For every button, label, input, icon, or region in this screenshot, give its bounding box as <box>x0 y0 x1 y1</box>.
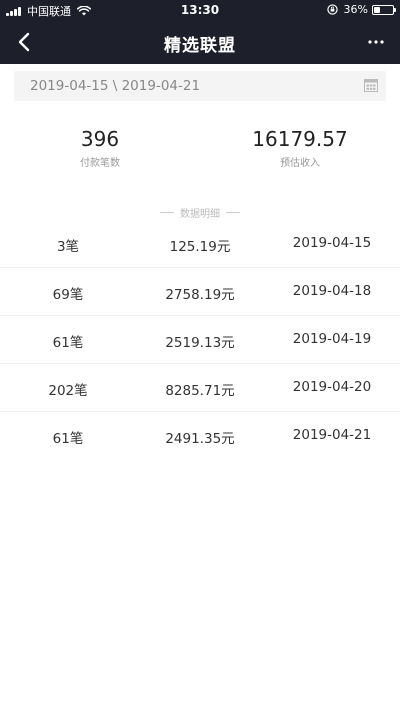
calendar-icon[interactable] <box>364 79 378 92</box>
rotation-lock-icon <box>326 4 338 15</box>
list-item[interactable]: 69笔 2758.19元 2019-04-18 <box>0 268 400 316</box>
details-heading-text: 数据明细 <box>180 208 220 220</box>
orders-value: 396 <box>80 127 120 151</box>
list-item[interactable]: 61笔 2519.13元 2019-04-19 <box>0 316 400 364</box>
row-date: 2019-04-21 <box>292 427 372 443</box>
battery-percent: 36% <box>343 3 368 16</box>
row-count: 61笔 <box>52 431 84 447</box>
more-dots-icon <box>368 40 384 44</box>
details-list: 3笔 125.19元 2019-04-15 69笔 2758.19元 2019-… <box>0 220 400 460</box>
income-value: 16179.57 <box>252 127 348 151</box>
list-item[interactable]: 61笔 2491.35元 2019-04-21 <box>0 412 400 460</box>
row-count: 3笔 <box>56 239 80 255</box>
income-label: 预估收入 <box>280 158 320 169</box>
orders-label: 付款笔数 <box>80 158 120 169</box>
divider-left <box>160 211 174 213</box>
date-range-text: 2019-04-15 \ 2019-04-21 <box>30 78 201 94</box>
row-count: 202笔 <box>48 383 88 399</box>
status-bar: 中国联通 13:30 36% <box>0 0 400 20</box>
stat-orders: 396 付款笔数 <box>0 125 200 169</box>
top-bar: 中国联通 13:30 36% 精选联盟 <box>0 0 400 64</box>
row-count: 61笔 <box>52 335 84 351</box>
page-title: 精选联盟 <box>164 36 236 56</box>
row-date: 2019-04-18 <box>292 283 372 299</box>
row-date: 2019-04-15 <box>292 235 372 251</box>
row-date: 2019-04-20 <box>292 379 372 395</box>
battery-icon <box>372 4 396 15</box>
row-amount: 125.19元 <box>169 239 231 255</box>
row-count: 69笔 <box>52 287 84 303</box>
details-heading: 数据明细 <box>0 205 400 220</box>
row-date: 2019-04-19 <box>292 331 372 347</box>
row-amount: 8285.71元 <box>165 383 235 399</box>
status-right: 36% <box>326 3 396 16</box>
nav-bar: 精选联盟 <box>0 20 400 64</box>
row-amount: 2519.13元 <box>165 335 235 351</box>
stat-income: 16179.57 预估收入 <box>200 125 400 169</box>
battery-fill <box>374 6 381 13</box>
row-amount: 2758.19元 <box>165 287 235 303</box>
divider-right <box>226 211 240 213</box>
list-item[interactable]: 202笔 8285.71元 2019-04-20 <box>0 364 400 412</box>
more-button[interactable] <box>364 30 388 54</box>
list-item[interactable]: 3笔 125.19元 2019-04-15 <box>0 220 400 268</box>
summary-section: 396 付款笔数 16179.57 预估收入 <box>0 125 400 175</box>
row-amount: 2491.35元 <box>165 431 235 447</box>
date-range-picker[interactable]: 2019-04-15 \ 2019-04-21 <box>14 71 386 101</box>
